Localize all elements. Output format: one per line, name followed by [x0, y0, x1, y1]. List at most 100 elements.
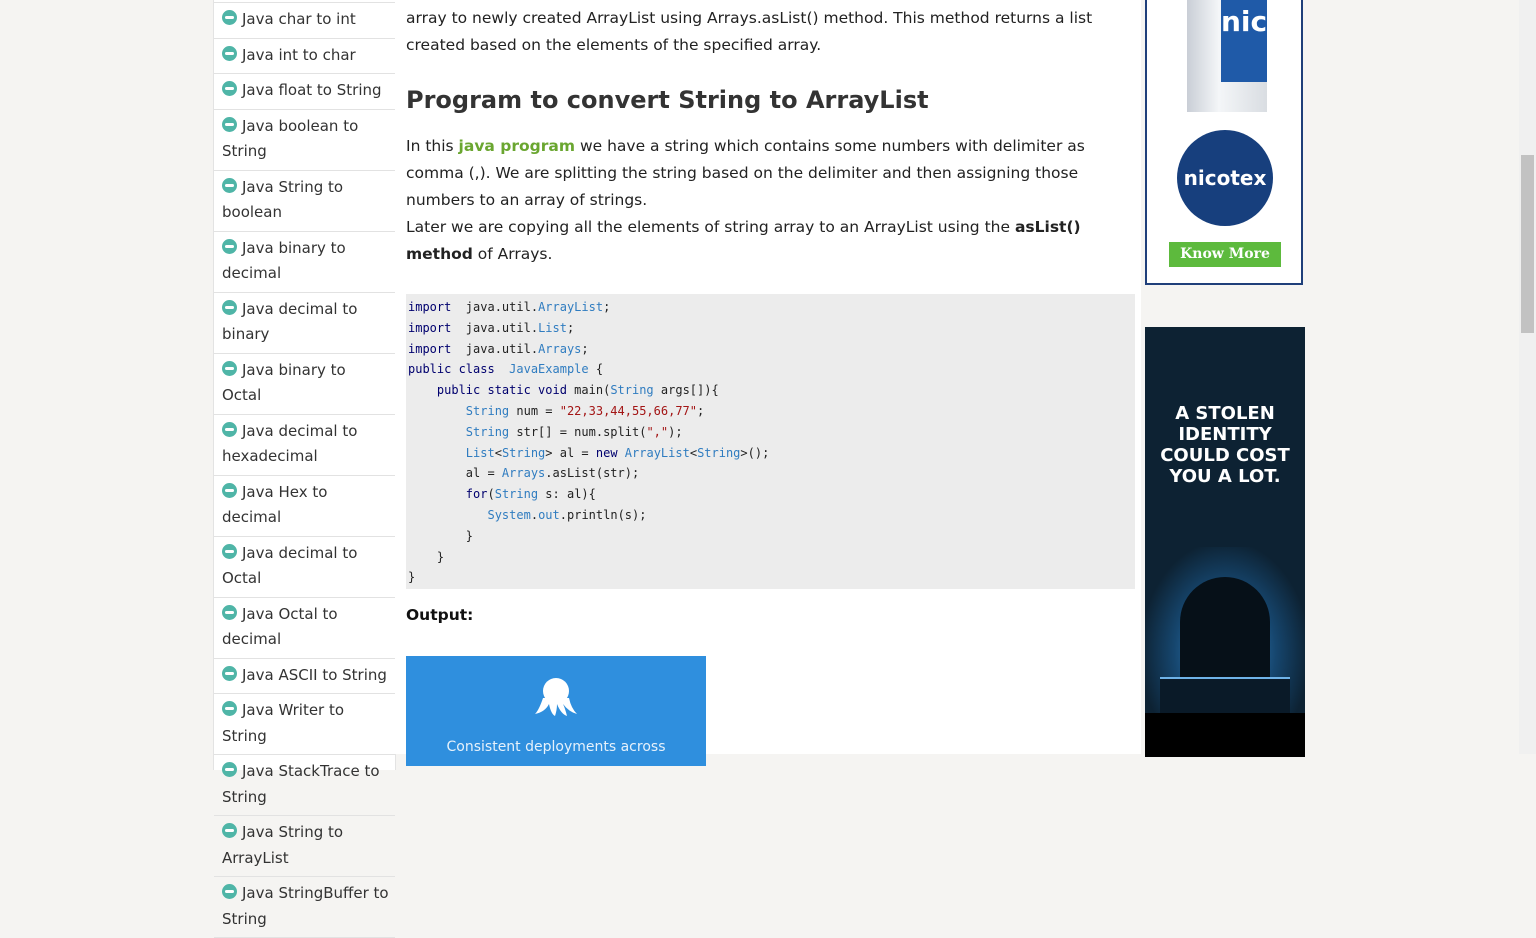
code-line: String str[] = num.split(","); [408, 422, 1135, 443]
sidebar-item[interactable]: Java Hex to decimal [214, 476, 395, 537]
sidebar-item[interactable]: Java decimal to Octal [214, 537, 395, 598]
arrow-circle-icon [222, 299, 237, 315]
code-token: main( [566, 383, 611, 398]
arrow-circle-icon [222, 10, 237, 25]
nicotex-ad[interactable]: nic nicotex Know More [1145, 0, 1303, 285]
code-line: import java.util.ArrayList; [408, 297, 1135, 318]
scrollbar-thumb[interactable] [1521, 155, 1534, 333]
code-token: String [610, 383, 654, 398]
know-more-button[interactable]: Know More [1169, 242, 1281, 267]
code-token: ; [566, 320, 575, 335]
arrow-circle-icon [222, 604, 237, 620]
code-token: java.util. [451, 320, 539, 335]
code-token: "," [646, 424, 669, 439]
sidebar-item[interactable]: Java Octal to decimal [214, 598, 395, 659]
arrow-circle-icon [222, 762, 237, 777]
sidebar-item[interactable]: Java char to int [214, 3, 395, 39]
code-token: < [689, 445, 698, 460]
sidebar-item[interactable]: Java float to String [214, 74, 395, 110]
sidebar-item[interactable]: Java binary to Octal [214, 354, 395, 415]
sidebar-list: Java char to int Java int to char Java flo… [214, 3, 395, 938]
code-token: new [595, 445, 618, 460]
sidebar-item-label: Java StackTrace to String [222, 762, 380, 806]
code-line: for(String s: al){ [408, 484, 1135, 505]
code-line: String num = "22,33,44,55,66,77"; [408, 401, 1135, 422]
code-token: { [588, 362, 604, 377]
section-heading: Program to convert String to ArrayList [406, 86, 929, 114]
intro-paragraph: array to newly created ArrayList using A… [406, 9, 1093, 54]
sidebar-item-label: Java binary to Octal [222, 360, 346, 405]
code-token: >(); [740, 445, 770, 460]
sidebar-item[interactable]: Java binary to decimal [214, 232, 395, 293]
sidebar-item[interactable]: Java boolean to String [214, 110, 395, 171]
sidebar-item-label: Java boolean to String [222, 116, 359, 161]
code-token: al = [408, 466, 502, 481]
sidebar-item-label: Java int to char [242, 45, 356, 64]
sidebar-item[interactable]: Java StringBuffer to String [214, 877, 395, 938]
page-scrollbar[interactable] [1519, 0, 1536, 754]
code-token: java.util. [451, 300, 539, 314]
sidebar-item-label: Java String to ArrayList [222, 823, 344, 867]
code-token: System [487, 507, 531, 522]
sidebar-item[interactable]: Java String to ArrayList [214, 816, 395, 877]
code-token: String [501, 445, 546, 460]
code-token: str[] = num.split( [509, 424, 647, 439]
sidebar-item[interactable]: Java decimal to binary [214, 293, 395, 354]
code-token: ( [487, 487, 495, 502]
code-token: "22,33,44,55,66,77" [559, 403, 698, 418]
sidebar-item[interactable]: Java Writer to String [214, 694, 395, 755]
sidebar-item[interactable]: Java decimal to hexadecimal [214, 415, 395, 476]
product-pack-image: nic [1187, 0, 1267, 112]
code-token: < [494, 445, 502, 460]
sidebar-item-label: Java binary to decimal [222, 238, 346, 283]
code-token: JavaExample [509, 362, 589, 377]
pack-label: nic [1221, 0, 1267, 82]
code-token: num = [509, 403, 560, 418]
code-token: String [494, 487, 539, 502]
code-token: for [465, 487, 488, 502]
nicotex-logo: nicotex [1177, 130, 1273, 226]
code-token: String [465, 403, 510, 418]
article-content: array to newly created ArrayList using A… [395, 0, 1141, 766]
code-token: java.util. [451, 341, 539, 356]
identity-theft-ad[interactable]: A STOLEN IDENTITY COULD COST YOU A LOT. [1145, 327, 1305, 757]
arrow-circle-icon [222, 482, 237, 498]
arrow-circle-icon [222, 360, 237, 376]
sidebar-item[interactable]: Java String to boolean [214, 171, 395, 232]
code-line: } [408, 526, 1135, 547]
arrow-circle-icon [222, 45, 237, 61]
code-line: import java.util.List; [408, 318, 1135, 339]
p2-text-before: Later we are copying all the elements of… [406, 218, 1015, 236]
arrow-circle-icon [222, 823, 237, 838]
arrow-circle-icon [222, 665, 237, 681]
p2-text-after: of Arrays. [472, 245, 553, 263]
arrow-circle-icon [222, 884, 237, 899]
sidebar-item-label: Java decimal to Octal [222, 543, 358, 588]
sidebar-item[interactable]: Java int to char [214, 39, 395, 74]
java-program-link[interactable]: java program [459, 137, 575, 155]
code-token: import [408, 300, 452, 314]
sidebar-item[interactable]: Java ASCII to String [214, 659, 395, 694]
code-token: ArrayList [624, 445, 690, 460]
code-token: > al = [545, 445, 596, 460]
code-token: String [697, 445, 741, 460]
sidebar-item-label: Java float to String [242, 81, 382, 99]
arrow-circle-icon [222, 701, 237, 716]
arrow-circle-icon [222, 81, 237, 96]
sidebar-item-label: Java String to boolean [222, 177, 344, 222]
code-token: Arrays [538, 341, 582, 356]
octopus-icon [535, 678, 577, 716]
code-line: } [408, 567, 1135, 588]
code-token: Arrays [501, 466, 546, 481]
arrow-circle-icon [222, 177, 237, 193]
code-block: import java.util.ArrayList; import java.u… [406, 294, 1135, 589]
arrow-circle-icon [222, 543, 237, 559]
output-ad-image[interactable]: Consistent deployments across [406, 656, 706, 766]
code-token: ArrayList [538, 300, 604, 314]
code-token: import [408, 341, 452, 356]
sidebar-item[interactable]: Java StackTrace to String [214, 755, 395, 816]
code-token: String [465, 424, 510, 439]
